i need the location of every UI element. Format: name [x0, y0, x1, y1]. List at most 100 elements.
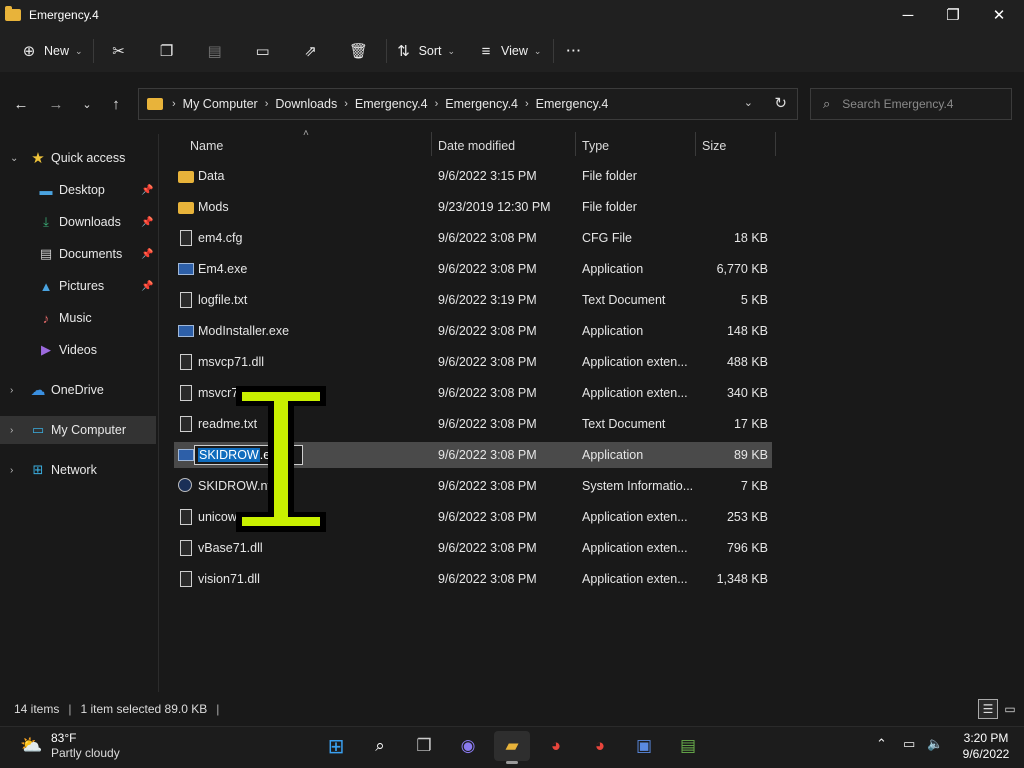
back-button[interactable]: ←: [10, 94, 32, 114]
sidebar-item-onedrive[interactable]: › ☁ OneDrive: [0, 376, 156, 404]
tiles-view-button[interactable]: ▭: [1000, 699, 1020, 719]
forward-button[interactable]: →: [45, 94, 67, 114]
video-chat-icon: ◉: [460, 736, 476, 755]
file-type: Application exten...: [582, 355, 688, 369]
pin-icon: 📌: [141, 216, 154, 228]
file-row[interactable]: msvcp71.dll 9/6/2022 3:08 PM Application e…: [174, 349, 772, 375]
chevron-right-icon[interactable]: ›: [265, 98, 269, 110]
minimize-button[interactable]: ─: [885, 0, 931, 30]
chevron-right-icon[interactable]: ›: [525, 98, 529, 110]
chevron-right-icon[interactable]: ›: [10, 465, 13, 476]
pin-icon: 📌: [141, 248, 154, 260]
sidebar-item-desktop[interactable]: ▬ Desktop 📌: [0, 176, 156, 204]
sort-button[interactable]: ⇅ Sort ⌄: [393, 36, 455, 66]
chevron-right-icon[interactable]: ›: [344, 98, 348, 110]
sidebar-item-network[interactable]: › ⊞ Network: [0, 456, 156, 484]
file-row[interactable]: Data 9/6/2022 3:15 PM File folder: [174, 163, 772, 189]
column-header-name[interactable]: Name: [190, 134, 223, 158]
notepad-taskbar-button[interactable]: ▤: [670, 731, 706, 761]
file-type: Application exten...: [582, 541, 688, 555]
file-row[interactable]: em4.cfg 9/6/2022 3:08 PM CFG File 18 KB: [174, 225, 772, 251]
close-button[interactable]: ✕: [976, 0, 1022, 30]
sidebar-item-music[interactable]: ♪ Music: [0, 304, 156, 332]
weather-condition[interactable]: Partly cloudy: [51, 746, 120, 760]
chrome-taskbar-button-2[interactable]: ◕: [582, 731, 618, 761]
sidebar-item-label: My Computer: [51, 423, 127, 437]
column-divider[interactable]: [431, 132, 432, 156]
breadcrumb-item[interactable]: Emergency.4: [536, 97, 609, 111]
new-button[interactable]: ⊕ New ⌄: [18, 36, 83, 66]
chrome-taskbar-button[interactable]: ◕: [538, 731, 574, 761]
text-cursor-icon: [236, 386, 326, 532]
arrow-left-icon: ←: [13, 95, 29, 113]
paste-button[interactable]: ▤: [204, 36, 226, 66]
column-header-date[interactable]: Date modified: [438, 134, 515, 158]
delete-button[interactable]: 🗑: [348, 36, 370, 66]
sidebar-item-videos[interactable]: ▶ Videos: [0, 336, 156, 364]
file-row[interactable]: logfile.txt 9/6/2022 3:19 PM Text Document…: [174, 287, 772, 313]
recent-locations-button[interactable]: ⌄: [76, 94, 98, 114]
pane-divider[interactable]: [158, 134, 159, 692]
column-divider[interactable]: [575, 132, 576, 156]
app-taskbar-button[interactable]: ▣: [626, 731, 662, 761]
column-divider[interactable]: [695, 132, 696, 156]
network-tray-icon[interactable]: ▭: [903, 736, 915, 752]
sidebar-item-pictures[interactable]: ▲ Pictures 📌: [0, 272, 156, 300]
clock[interactable]: 3:20 PM 9/6/2022: [958, 730, 1014, 762]
breadcrumb-item[interactable]: My Computer: [183, 97, 258, 111]
column-divider[interactable]: [775, 132, 776, 156]
file-type: Text Document: [582, 417, 666, 431]
file-row[interactable]: Em4.exe 9/6/2022 3:08 PM Application 6,770 …: [174, 256, 772, 282]
search-input[interactable]: ⌕ Search Emergency.4: [810, 88, 1012, 120]
file-name: Em4.exe: [198, 262, 248, 276]
file-row[interactable]: vBase71.dll 9/6/2022 3:08 PM Application e…: [174, 535, 772, 561]
column-header-size[interactable]: Size: [702, 134, 726, 158]
share-button[interactable]: ⇗: [300, 36, 322, 66]
chevron-right-icon[interactable]: ›: [435, 98, 439, 110]
start-button[interactable]: ⊞: [318, 731, 354, 761]
details-view-button[interactable]: ☰: [978, 699, 998, 719]
address-bar[interactable]: › My Computer › Downloads › Emergency.4 …: [138, 88, 798, 120]
breadcrumb-item[interactable]: Emergency.4: [445, 97, 518, 111]
volume-icon[interactable]: 🔈: [927, 736, 943, 752]
maximize-button[interactable]: ❐: [930, 0, 976, 30]
dll-file-icon: [180, 354, 192, 370]
file-row[interactable]: ModInstaller.exe 9/6/2022 3:08 PM Applicat…: [174, 318, 772, 344]
sidebar-item-my-computer[interactable]: › ▭ My Computer: [0, 416, 156, 444]
cut-button[interactable]: ✂: [108, 36, 130, 66]
chevron-down-icon[interactable]: ⌄: [10, 153, 18, 164]
sidebar-item-documents[interactable]: ▤ Documents 📌: [0, 240, 156, 268]
column-header-type[interactable]: Type: [582, 134, 609, 158]
file-name: vBase71.dll: [198, 541, 263, 555]
copy-button[interactable]: ❐: [156, 36, 178, 66]
chevron-right-icon[interactable]: ›: [10, 425, 13, 436]
clock-time: 3:20 PM: [963, 731, 1009, 745]
sidebar-item-downloads[interactable]: ⤓ Downloads 📌: [0, 208, 156, 236]
breadcrumb-item[interactable]: Downloads: [275, 97, 337, 111]
view-button[interactable]: ≡ View ⌄: [475, 36, 542, 66]
task-view-button[interactable]: ❐: [406, 731, 442, 761]
up-button[interactable]: ↑: [105, 94, 127, 114]
search-button[interactable]: ⌕: [362, 731, 398, 761]
dll-file-icon: [180, 571, 192, 587]
sidebar-item-label: OneDrive: [51, 383, 104, 397]
file-row[interactable]: Mods 9/23/2019 12:30 PM File folder: [174, 194, 772, 220]
file-date-modified: 9/6/2022 3:08 PM: [438, 448, 537, 462]
address-history-dropdown[interactable]: ⌄: [744, 96, 753, 109]
file-explorer-taskbar-button[interactable]: ▰: [494, 731, 530, 764]
file-date-modified: 9/6/2022 3:08 PM: [438, 479, 537, 493]
chevron-right-icon[interactable]: ›: [10, 385, 13, 396]
partly-cloudy-icon[interactable]: ⛅: [20, 735, 42, 756]
rename-button[interactable]: ▭: [252, 36, 274, 66]
sidebar-item-quick-access[interactable]: ⌄ ★ Quick access: [0, 144, 156, 172]
folder-icon: [5, 6, 21, 21]
chat-button[interactable]: ◉: [450, 731, 486, 761]
breadcrumb-item[interactable]: Emergency.4: [355, 97, 428, 111]
show-hidden-icons-button[interactable]: ⌃: [876, 736, 887, 752]
refresh-icon[interactable]: ↻: [774, 94, 787, 112]
view-icon: ≡: [481, 42, 491, 60]
file-name: ModInstaller.exe: [198, 324, 290, 338]
weather-temperature[interactable]: 83°F: [51, 731, 76, 745]
more-options-button[interactable]: ···: [566, 36, 582, 66]
file-row[interactable]: vision71.dll 9/6/2022 3:08 PM Application …: [174, 566, 772, 592]
